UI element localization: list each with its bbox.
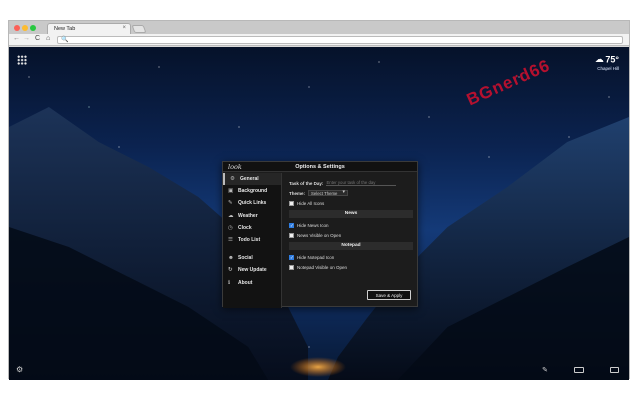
maximize-window-button[interactable] (30, 25, 36, 31)
gear-icon: ⚙ (230, 176, 235, 182)
sidebar-item-clock[interactable]: ◷ Clock (223, 222, 281, 234)
notepad-icon[interactable]: ✎ (542, 366, 548, 374)
sidebar-item-label: Quick Links (238, 200, 267, 207)
sidebar-item-label: About (238, 279, 253, 286)
browser-toolbar: ← → C ⌂ 🔍 (9, 34, 629, 46)
news-section-header: News (289, 210, 413, 218)
news-visible-label: News Visible on Open (297, 232, 342, 238)
hide-news-icon-row[interactable]: Hide News Icon (289, 220, 413, 230)
save-apply-button[interactable]: Save & Apply (367, 290, 411, 300)
keyboard-icon[interactable] (574, 367, 584, 373)
theme-label: Theme: (289, 190, 306, 196)
sidebar-item-label: General (240, 176, 259, 182)
image-icon: ▣ (228, 188, 234, 195)
sidebar-item-quick-links[interactable]: ✎ Quick Links (223, 197, 281, 209)
panel-title: Options & Settings (295, 164, 345, 170)
new-tab-button[interactable] (131, 25, 147, 33)
weather-widget[interactable]: ☁ 75° Chapel Hill (595, 54, 619, 71)
reload-icon[interactable]: C (35, 35, 40, 42)
sidebar-item-label: Social (238, 255, 253, 262)
hide-news-icon-label: Hide News Icon (297, 222, 329, 228)
screen-icon[interactable] (610, 367, 619, 373)
title-bar: New Tab × (9, 21, 629, 34)
notepad-visible-row[interactable]: Notepad Visible on Open (289, 262, 413, 272)
clock-icon: ◷ (228, 224, 233, 231)
sidebar-item-label: Weather (238, 212, 258, 219)
sidebar-item-new-update[interactable]: ↻ New Update (223, 264, 281, 276)
address-bar[interactable]: 🔍 (57, 36, 623, 44)
sidebar-item-label: New Update (238, 267, 267, 274)
general-settings: Task of the Day: Theme: Select Theme Hid… (289, 178, 413, 272)
bottom-right-icons: ✎ (542, 366, 619, 374)
hide-all-icons-row[interactable]: Hide All Icons (289, 198, 413, 208)
sidebar-item-about[interactable]: ℹ About (223, 277, 281, 289)
back-arrow-icon[interactable]: ← (13, 35, 20, 42)
notepad-section-header: Notepad (289, 242, 413, 250)
new-tab-page: ☁ 75° Chapel Hill BGnerd66 ⚙ ✎ look Opti… (9, 47, 629, 380)
pencil-icon: ✎ (228, 200, 233, 207)
sidebar-item-background[interactable]: ▣ Background (223, 185, 281, 197)
hide-notepad-icon-label: Hide Notepad Icon (297, 254, 335, 260)
task-input[interactable] (326, 180, 397, 186)
hide-all-icons-label: Hide All Icons (297, 200, 325, 206)
info-icon: ℹ (228, 279, 231, 286)
forward-arrow-icon[interactable]: → (23, 35, 30, 42)
refresh-icon: ↻ (228, 267, 233, 274)
minimize-window-button[interactable] (22, 25, 28, 31)
theme-row: Theme: Select Theme (289, 188, 413, 198)
hide-news-icon-checkbox[interactable] (289, 222, 294, 229)
sidebar-item-label: Clock (238, 224, 252, 231)
hide-notepad-icon-row[interactable]: Hide Notepad Icon (289, 252, 413, 262)
weather-location: Chapel Hill (597, 66, 619, 71)
options-settings-panel: look Options & Settings ⚙ General ▣ Back… (222, 161, 418, 308)
settings-gear-icon[interactable]: ⚙ (16, 365, 23, 374)
task-label: Task of the Day: (289, 180, 324, 186)
hide-all-icons-checkbox[interactable] (289, 200, 294, 206)
task-row: Task of the Day: (289, 178, 413, 188)
home-icon[interactable]: ⌂ (46, 35, 50, 42)
list-icon: ☰ (228, 236, 233, 243)
sidebar-item-todo-list[interactable]: ☰ Todo List (223, 234, 281, 246)
notepad-visible-checkbox[interactable] (289, 264, 294, 270)
sidebar-item-social[interactable]: ☻ Social (223, 252, 281, 264)
settings-sidebar: ⚙ General ▣ Background ✎ Quick Links ☁ W… (223, 173, 282, 308)
sidebar-item-label: Todo List (238, 236, 261, 243)
theme-select[interactable]: Select Theme (308, 190, 349, 196)
weather-temperature: 75° (605, 54, 619, 65)
apps-grid-icon[interactable] (17, 55, 27, 65)
sidebar-item-general[interactable]: ⚙ General (223, 173, 281, 186)
browser-window: New Tab × ← → C ⌂ 🔍 ☁ 75° Chapel Hill BG… (8, 20, 630, 380)
tab-close-icon[interactable]: × (122, 25, 126, 31)
news-visible-row[interactable]: News Visible on Open (289, 230, 413, 240)
sidebar-item-weather[interactable]: ☁ Weather (223, 210, 281, 222)
notepad-visible-label: Notepad Visible on Open (297, 264, 347, 270)
search-icon: 🔍 (61, 37, 69, 43)
smiley-icon: ☻ (228, 255, 234, 262)
tab-new-tab[interactable]: New Tab × (47, 23, 131, 34)
panel-header: look Options & Settings (223, 162, 417, 172)
news-visible-checkbox[interactable] (289, 232, 294, 238)
sidebar-item-label: Background (238, 188, 268, 195)
cloud-icon: ☁ (228, 212, 234, 219)
tab-title: New Tab (54, 26, 76, 32)
close-window-button[interactable] (14, 25, 20, 31)
hide-notepad-icon-checkbox[interactable] (289, 254, 294, 261)
cloud-icon: ☁ (594, 54, 604, 64)
